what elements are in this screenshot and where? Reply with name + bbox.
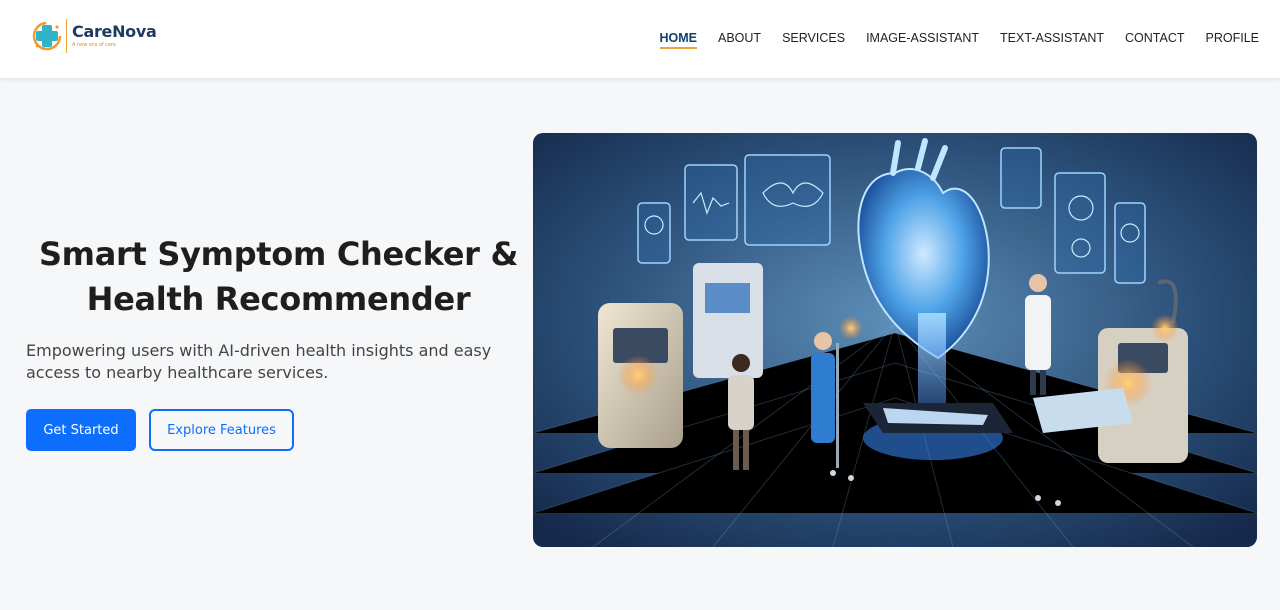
- nav-home[interactable]: HOME: [659, 31, 697, 49]
- nav-about[interactable]: ABOUT: [718, 31, 761, 49]
- get-started-button[interactable]: Get Started: [26, 409, 136, 451]
- nav-contact[interactable]: CONTACT: [1125, 31, 1185, 49]
- brand-name: CareNova: [72, 22, 157, 41]
- nav-text-assistant[interactable]: TEXT-ASSISTANT: [1000, 31, 1104, 49]
- explore-features-button[interactable]: Explore Features: [149, 409, 294, 451]
- logo-text: CareNova A new era of care: [72, 23, 157, 49]
- main-nav: HOME ABOUT SERVICES IMAGE-ASSISTANT TEXT…: [639, 31, 1260, 49]
- nav-profile[interactable]: PROFILE: [1206, 31, 1260, 49]
- logo-divider: [66, 19, 67, 53]
- nav-image-assistant[interactable]: IMAGE-ASSISTANT: [866, 31, 979, 49]
- hero-subtitle: Empowering users with AI-driven health i…: [26, 341, 492, 382]
- hero-illustration: [533, 133, 1257, 547]
- brand-tagline: A new era of care: [72, 42, 116, 48]
- medical-cross-icon: [31, 19, 63, 53]
- nav-services[interactable]: SERVICES: [782, 31, 845, 49]
- site-header: CareNova A new era of care HOME ABOUT SE…: [0, 0, 1280, 78]
- brand-logo[interactable]: CareNova A new era of care: [31, 17, 157, 55]
- hero-title: Smart Symptom Checker & Health Recommend…: [38, 235, 519, 318]
